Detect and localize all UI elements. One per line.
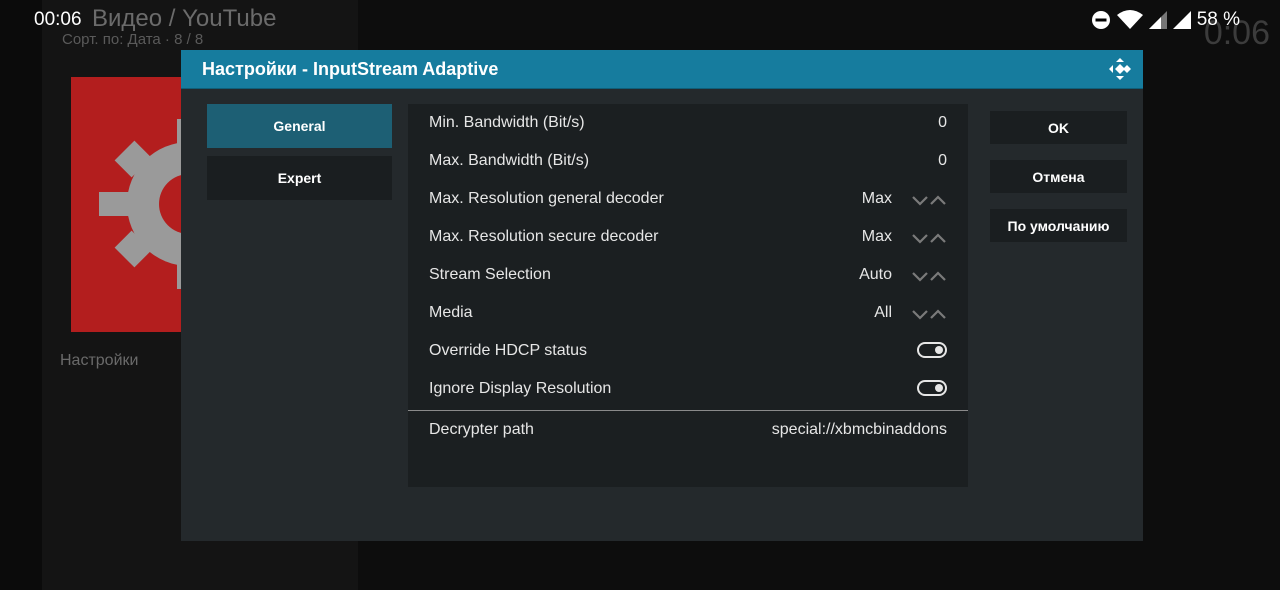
setting-stream-selection[interactable]: Stream Selection Auto	[408, 257, 968, 295]
setting-media[interactable]: Media All	[408, 295, 968, 333]
spinner-arrows-icon[interactable]	[912, 231, 946, 245]
toggle-switch[interactable]	[917, 380, 947, 396]
setting-value: 0	[938, 114, 947, 131]
setting-value: Auto	[859, 266, 892, 283]
setting-label: Min. Bandwidth (Bit/s)	[429, 114, 585, 131]
dialog-title: Настройки - InputStream Adaptive	[202, 59, 499, 79]
setting-value: Max	[861, 228, 892, 245]
background-title: Видео / YouTube	[92, 5, 277, 32]
ok-button[interactable]: OK	[990, 111, 1127, 144]
setting-label: Ignore Display Resolution	[429, 380, 612, 397]
spinner-arrows-icon[interactable]	[912, 269, 946, 283]
gear-icon	[99, 119, 186, 289]
spinner-arrows-icon[interactable]	[912, 307, 946, 321]
toggle-knob	[935, 346, 943, 354]
setting-max-resolution-general[interactable]: Max. Resolution general decoder Max	[408, 181, 968, 219]
setting-label: Media	[429, 304, 473, 321]
setting-label: Override HDCP status	[429, 342, 587, 359]
category-expert[interactable]: Expert	[207, 156, 392, 200]
setting-value: Max	[861, 190, 892, 207]
setting-value: 0	[938, 152, 947, 169]
settings-dialog: Настройки - InputStream Adaptive General…	[181, 50, 1143, 541]
toggle-knob	[935, 384, 943, 392]
settings-list: Min. Bandwidth (Bit/s) 0 Max. Bandwidth …	[408, 104, 968, 487]
spinner-arrows-icon[interactable]	[912, 193, 946, 207]
setting-label: Max. Resolution general decoder	[429, 190, 664, 207]
setting-value: special://xbmcbinaddons	[771, 421, 947, 438]
cancel-button[interactable]: Отмена	[990, 160, 1127, 193]
setting-decrypter-path[interactable]: Decrypter path special://xbmcbinaddons	[408, 412, 968, 450]
dialog-header: Настройки - InputStream Adaptive	[181, 50, 1143, 89]
status-icons: 58 %	[1091, 9, 1240, 31]
status-time: 00:06	[34, 9, 82, 30]
do-not-disturb-icon	[1091, 11, 1110, 29]
setting-label: Stream Selection	[429, 266, 551, 283]
reset-defaults-button[interactable]: По умолчанию	[990, 209, 1127, 242]
setting-max-resolution-secure[interactable]: Max. Resolution secure decoder Max	[408, 219, 968, 257]
setting-min-bandwidth[interactable]: Min. Bandwidth (Bit/s) 0	[408, 105, 968, 143]
setting-override-hdcp[interactable]: Override HDCP status	[408, 333, 968, 371]
setting-label: Max. Bandwidth (Bit/s)	[429, 152, 590, 169]
toggle-switch[interactable]	[917, 342, 947, 358]
setting-label: Decrypter path	[429, 421, 534, 438]
setting-ignore-display-resolution[interactable]: Ignore Display Resolution	[408, 371, 968, 409]
kodi-logo-icon	[1109, 58, 1131, 80]
setting-max-bandwidth[interactable]: Max. Bandwidth (Bit/s) 0	[408, 143, 968, 181]
addon-poster	[71, 77, 186, 332]
category-general[interactable]: General	[207, 104, 392, 148]
setting-value: All	[874, 304, 892, 321]
background-sort-info: Сорт. по: Дата · 8 / 8	[62, 31, 204, 48]
wifi-icon	[1116, 10, 1143, 29]
background-settings-label: Настройки	[60, 352, 139, 369]
setting-label: Max. Resolution secure decoder	[429, 228, 659, 245]
signal-icon	[1172, 11, 1191, 29]
signal-icon	[1148, 11, 1167, 29]
battery-percent: 58 %	[1196, 9, 1240, 30]
section-separator	[408, 410, 968, 411]
